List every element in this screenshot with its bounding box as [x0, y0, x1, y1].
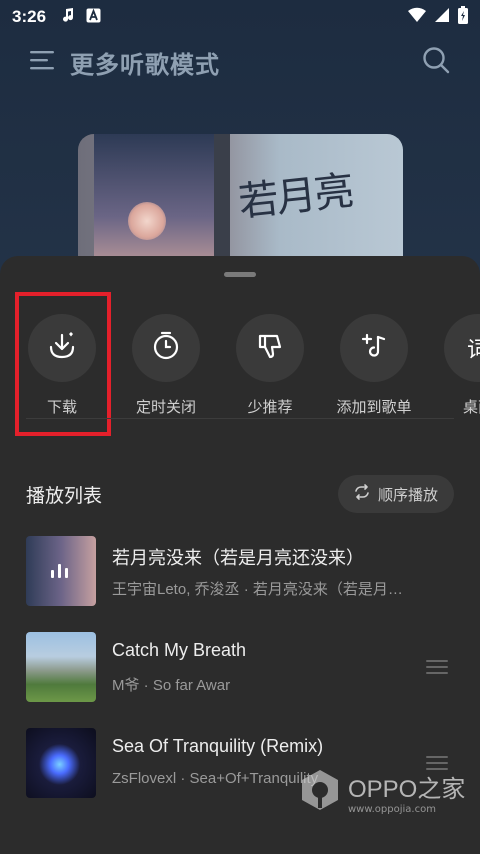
playlist-header: 播放列表 顺序播放: [26, 474, 454, 514]
play-order-label: 顺序播放: [377, 485, 438, 504]
song-title: 若月亮没来（若是月亮还没来）: [112, 548, 364, 568]
song-thumbnail: [26, 536, 96, 606]
lyrics-icon: 词: [466, 338, 480, 363]
song-row[interactable]: Catch My Breath M爷 · So far Awar: [0, 632, 480, 704]
highlight-box: [15, 292, 111, 436]
song-row-playing[interactable]: 若月亮没来（若是月亮还没来） 王宇宙Leto, 乔浚丞 · 若月亮没来（若是月…: [0, 536, 480, 608]
playing-indicator-icon: [51, 564, 68, 578]
playlist-title: 播放列表: [26, 484, 103, 507]
add-to-playlist-icon: [359, 331, 389, 365]
signal-icon: [434, 7, 450, 27]
watermark-url: www.oppojia.com: [348, 804, 436, 815]
bottom-sheet: 下载 定时关闭 少推荐 添加到歌单 词 桌 播放列表 顺序播放 若月亮没来（若是…: [0, 256, 480, 854]
timer-label: 定时关闭: [135, 398, 196, 416]
status-bar: 3:26: [0, 0, 480, 34]
wifi-icon: [408, 7, 426, 27]
page-title: 更多听歌模式: [70, 50, 220, 79]
menu-icon[interactable]: [30, 48, 56, 76]
watermark-logo-icon: [300, 768, 340, 816]
music-note-icon: [60, 7, 76, 27]
song-title: Catch My Breath: [112, 640, 247, 660]
dislike-label: 少推荐: [247, 398, 293, 416]
search-icon[interactable]: [422, 46, 450, 78]
add-to-playlist-button[interactable]: 添加到歌单: [322, 314, 426, 417]
add-to-playlist-label: 添加到歌单: [336, 398, 412, 416]
watermark-text: OPPO之家: [348, 776, 466, 803]
song-title: Sea Of Tranquility (Remix): [112, 736, 324, 756]
play-order-button[interactable]: 顺序播放: [337, 475, 454, 513]
timer-button[interactable]: 定时关闭: [114, 314, 218, 417]
dislike-button[interactable]: 少推荐: [218, 314, 322, 417]
header: 更多听歌模式: [0, 40, 480, 84]
repeat-icon: [354, 484, 370, 504]
sheet-handle[interactable]: [224, 272, 256, 277]
status-time: 3:26: [12, 7, 47, 26]
song-subtitle: 王宇宙Leto, 乔浚丞 · 若月亮没来（若是月…: [112, 581, 403, 598]
song-thumbnail: [26, 728, 96, 798]
desktop-lyrics-button[interactable]: 词 桌面: [426, 314, 480, 417]
song-thumbnail: [26, 632, 96, 702]
watermark: OPPO之家 www.oppojia.com: [300, 768, 465, 816]
battery-icon: [458, 6, 468, 28]
divider: [26, 418, 454, 419]
timer-icon: [151, 331, 181, 365]
a-badge-icon: [86, 8, 101, 27]
song-subtitle: M爷 · So far Awar: [112, 677, 231, 694]
desktop-lyrics-label: 桌面: [462, 398, 480, 416]
drag-handle-icon[interactable]: [426, 660, 448, 674]
dislike-icon: [255, 331, 285, 365]
